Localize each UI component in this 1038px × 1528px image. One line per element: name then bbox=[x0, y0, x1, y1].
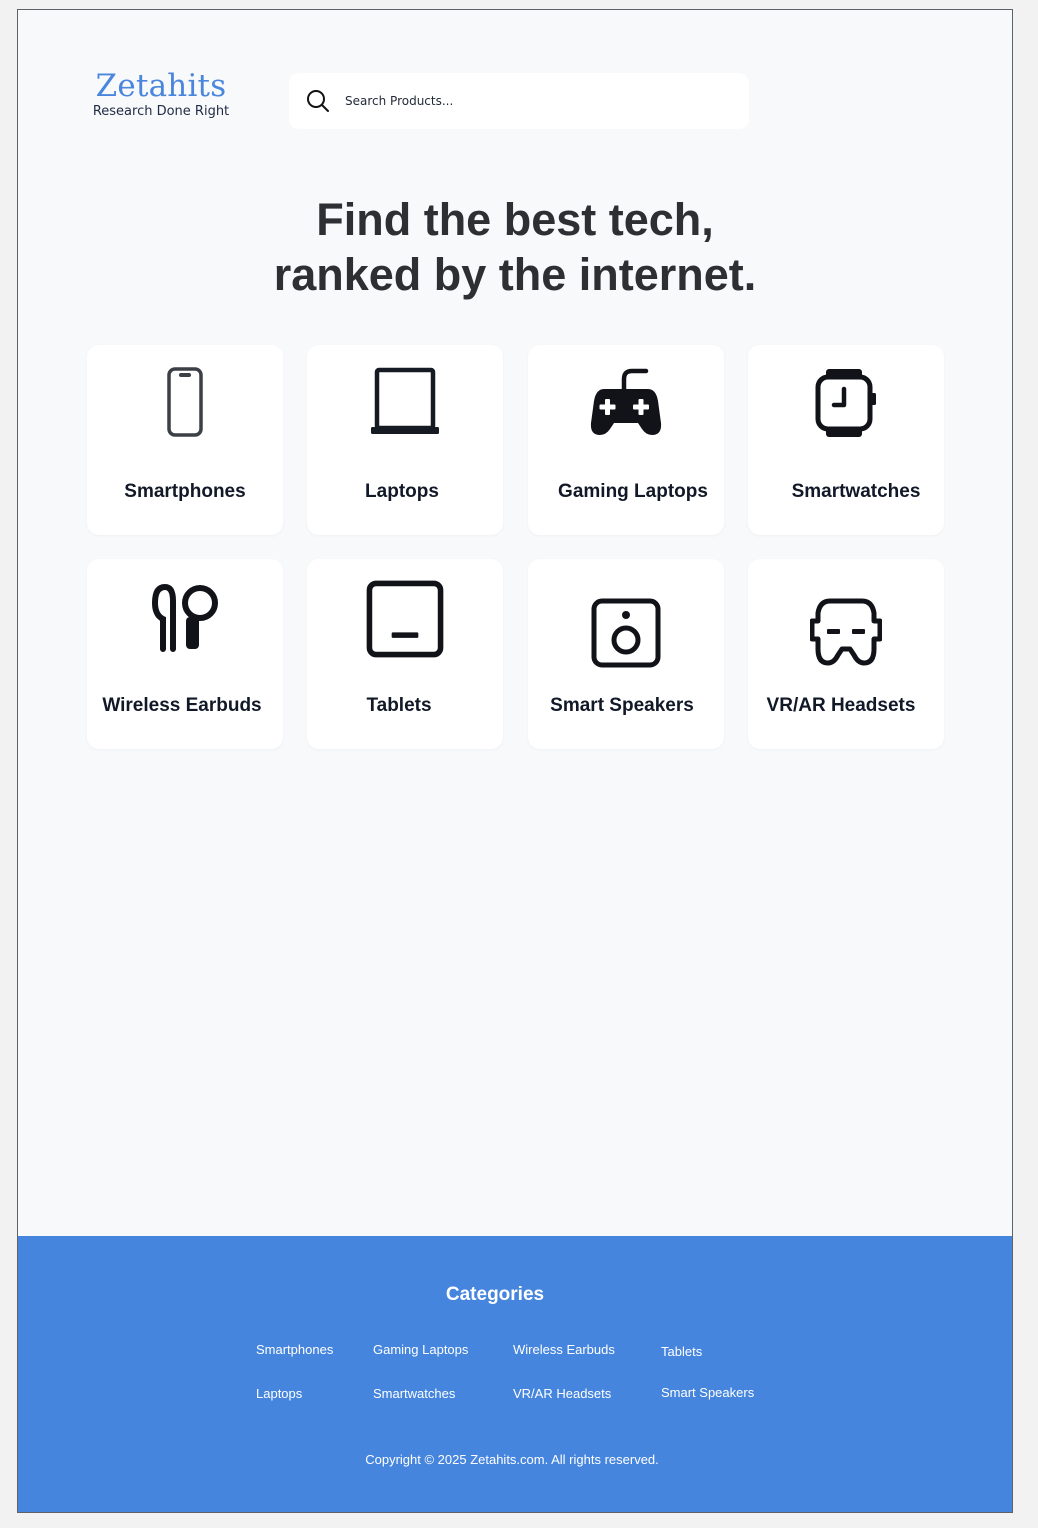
hero-line-2: ranked by the internet. bbox=[273, 249, 757, 300]
footer: Categories Smartphones Gaming Laptops Wi… bbox=[18, 1236, 1012, 1512]
vr-headset-icon bbox=[810, 598, 882, 666]
category-label: Tablets bbox=[366, 695, 432, 716]
category-card-wireless-earbuds[interactable]: Wireless Earbuds bbox=[87, 559, 283, 749]
smartwatch-icon bbox=[815, 369, 876, 437]
footer-link-wireless-earbuds[interactable]: Wireless Earbuds bbox=[513, 1342, 615, 1357]
hero-line-1: Find the best tech, bbox=[316, 194, 714, 245]
logo-name: Zetahits bbox=[95, 68, 227, 104]
category-card-smartphones[interactable]: Smartphones bbox=[87, 345, 283, 535]
category-card-smart-speakers[interactable]: Smart Speakers bbox=[528, 559, 724, 749]
search-input[interactable] bbox=[345, 87, 725, 115]
category-card-tablets[interactable]: Tablets bbox=[307, 559, 503, 749]
footer-link-laptops[interactable]: Laptops bbox=[256, 1386, 302, 1401]
speaker-icon bbox=[591, 598, 661, 668]
category-label: Wireless Earbuds bbox=[102, 695, 262, 716]
search-icon[interactable] bbox=[305, 88, 331, 114]
category-label: Laptops bbox=[365, 481, 439, 502]
laptop-icon bbox=[371, 367, 439, 434]
footer-title: Categories bbox=[445, 1284, 545, 1305]
logo[interactable]: Zetahits Research Done Right bbox=[86, 67, 236, 120]
category-label: Gaming Laptops bbox=[558, 481, 708, 502]
category-card-laptops[interactable]: Laptops bbox=[307, 345, 503, 535]
footer-link-smart-speakers[interactable]: Smart Speakers bbox=[661, 1385, 754, 1400]
footer-link-tablets[interactable]: Tablets bbox=[661, 1344, 702, 1359]
category-card-smartwatches[interactable]: Smartwatches bbox=[748, 345, 944, 535]
tablet-icon bbox=[366, 580, 444, 658]
logo-tagline: Research Done Right bbox=[92, 104, 230, 119]
gamepad-icon bbox=[590, 368, 662, 435]
category-label: Smart Speakers bbox=[550, 695, 694, 716]
category-label: Smartwatches bbox=[791, 481, 921, 502]
footer-link-smartwatches[interactable]: Smartwatches bbox=[373, 1386, 455, 1401]
category-card-vr-ar-headsets[interactable]: VR/AR Headsets bbox=[748, 559, 944, 749]
footer-link-gaming-laptops[interactable]: Gaming Laptops bbox=[373, 1342, 468, 1357]
search-bar[interactable] bbox=[289, 73, 749, 129]
category-label: Smartphones bbox=[124, 481, 246, 502]
page-frame: Zetahits Research Done Right Find the be… bbox=[17, 9, 1013, 1513]
earbuds-icon bbox=[152, 583, 218, 652]
hero-heading: Find the best tech, ranked by the intern… bbox=[18, 192, 1012, 302]
category-label: VR/AR Headsets bbox=[766, 695, 916, 716]
smartphone-icon bbox=[167, 367, 203, 437]
copyright-text: Copyright © 2025 Zetahits.com. All right… bbox=[365, 1452, 659, 1467]
footer-link-smartphones[interactable]: Smartphones bbox=[256, 1342, 333, 1357]
footer-link-vr-ar-headsets[interactable]: VR/AR Headsets bbox=[513, 1386, 611, 1401]
category-card-gaming-laptops[interactable]: Gaming Laptops bbox=[528, 345, 724, 535]
